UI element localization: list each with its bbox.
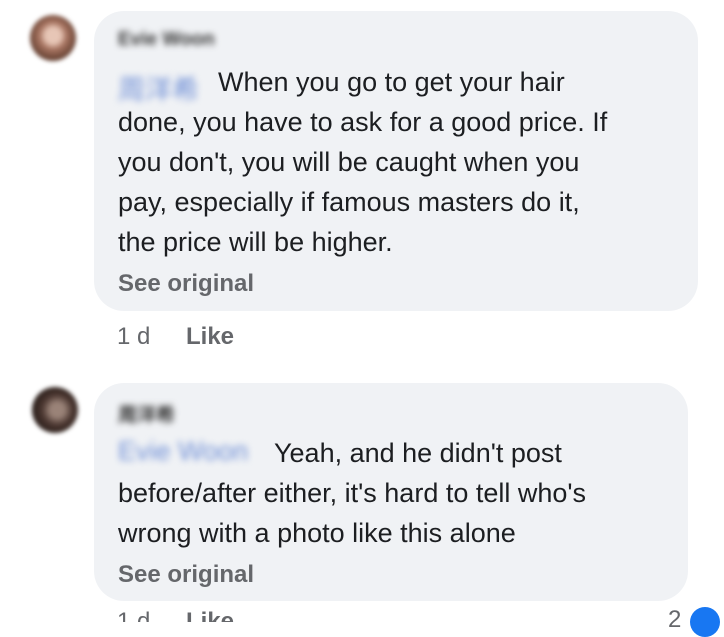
- comment-text-first-line: Yeah, and he didn't post: [274, 433, 562, 473]
- comment-text-line: Yeah, and he didn't post: [274, 438, 562, 468]
- commenter-avatar[interactable]: [32, 387, 78, 433]
- like-button[interactable]: Like: [186, 323, 234, 351]
- like-button-cut[interactable]: Like: [186, 610, 246, 622]
- comment-text-line: done, you have to ask for a good price. …: [118, 107, 608, 257]
- comment-timestamp[interactable]: 1 d: [117, 323, 150, 351]
- see-original-link[interactable]: See original: [118, 270, 254, 298]
- comment-author-name[interactable]: Evie Woon: [118, 29, 215, 51]
- like-reaction-icon[interactable]: [690, 607, 720, 637]
- comment-text-first-line: When you go to get your hair: [218, 62, 565, 102]
- mention-tag[interactable]: Evie Woon: [118, 436, 248, 467]
- comment-author-name[interactable]: 周洋希: [118, 400, 175, 427]
- reaction-count[interactable]: 2: [668, 606, 681, 634]
- comment-text-rest: done, you have to ask for a good price. …: [118, 102, 607, 262]
- see-original-link[interactable]: See original: [118, 561, 254, 589]
- commenter-avatar[interactable]: [30, 15, 76, 61]
- comment-timestamp-cut[interactable]: 1 d: [117, 610, 157, 622]
- comment-text-rest: before/after either, it's hard to tell w…: [118, 473, 586, 553]
- comment-text-line: When you go to get your hair: [218, 67, 565, 97]
- comment-text-line: before/after either, it's hard to tell w…: [118, 478, 587, 548]
